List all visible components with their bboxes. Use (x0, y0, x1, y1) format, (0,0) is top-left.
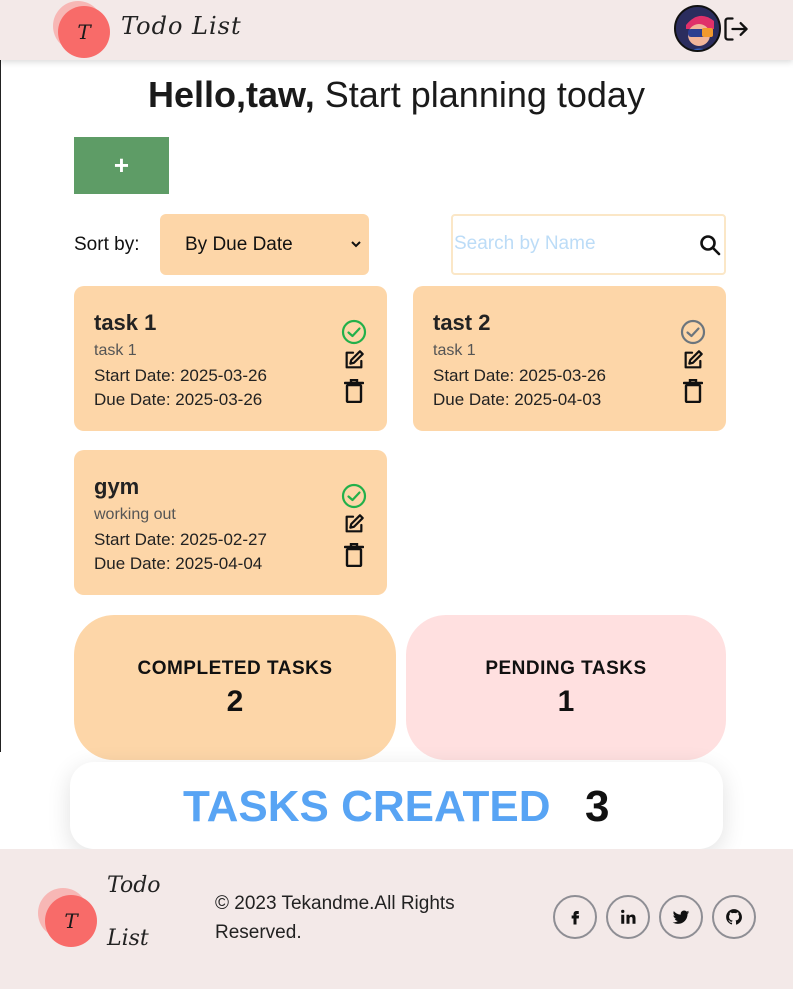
task-description: working out (94, 506, 176, 523)
edit-icon[interactable] (682, 349, 704, 371)
footer-logo-letter: T (64, 909, 78, 933)
task-start-date: Start Date: 2025-03-26 (94, 366, 267, 385)
user-avatar-icon[interactable] (674, 5, 721, 52)
logout-icon[interactable] (722, 15, 750, 43)
check-circle-icon[interactable] (341, 319, 367, 345)
logo-text[interactable]: Todo List (121, 12, 242, 40)
copyright-text: © 2023 Tekandme.All Rights Reserved. (215, 893, 455, 943)
tasks-created-box: TASKS CREATED 3 (70, 762, 723, 849)
footer: T Todo List © 2023 Tekandme.All Rights R… (0, 849, 793, 989)
search-box (451, 214, 726, 275)
tasks-created-value: 3 (585, 782, 610, 831)
task-start-date: Start Date: 2025-02-27 (94, 530, 267, 549)
footer-logo-text: List (107, 926, 149, 951)
edit-icon[interactable] (343, 513, 365, 535)
facebook-icon[interactable] (553, 895, 597, 939)
pending-tasks-stat: PENDING TASKS 1 (406, 615, 726, 760)
greeting-name: Hello,taw, (148, 74, 315, 115)
add-task-button[interactable]: + (74, 137, 169, 194)
search-input[interactable] (453, 233, 683, 255)
header: T Todo List (0, 0, 793, 60)
logo-icon[interactable]: T (58, 6, 110, 58)
task-start-date: Start Date: 2025-03-26 (433, 366, 606, 385)
footer-logo-icon[interactable]: T (45, 895, 97, 947)
task-due-date: Due Date: 2025-04-04 (94, 554, 263, 573)
task-description: task 1 (94, 342, 137, 359)
completed-tasks-label: COMPLETED TASKS (137, 658, 333, 679)
trash-icon[interactable] (344, 543, 364, 567)
check-circle-icon[interactable] (680, 319, 706, 345)
greeting-text: Start planning today (314, 74, 645, 115)
twitter-icon[interactable] (659, 895, 703, 939)
check-circle-icon[interactable] (341, 483, 367, 509)
sort-selected-value: By Due Date (185, 233, 293, 255)
trash-icon[interactable] (344, 379, 364, 403)
footer-logo-text: Todo (107, 873, 161, 898)
task-due-date: Due Date: 2025-04-03 (433, 390, 602, 409)
sort-select[interactable]: By Due Date (160, 214, 369, 275)
task-due-date: Due Date: 2025-03-26 (94, 390, 263, 409)
chevron-down-icon (351, 241, 361, 248)
task-title: task 1 (94, 310, 157, 335)
completed-tasks-stat: COMPLETED TASKS 2 (74, 615, 396, 760)
trash-icon[interactable] (683, 379, 703, 403)
task-description: task 1 (433, 342, 476, 359)
greeting: Hello,taw, Start planning today (0, 74, 793, 116)
task-title: gym (94, 474, 140, 499)
completed-tasks-value: 2 (226, 685, 244, 718)
pending-tasks-value: 1 (557, 685, 575, 718)
search-icon[interactable] (698, 233, 722, 257)
github-icon[interactable] (712, 895, 756, 939)
logo-letter: T (77, 20, 91, 44)
task-card: task 1 task 1 Start Date: 2025-03-26 Due… (74, 286, 387, 431)
task-card: gym working out Start Date: 2025-02-27 D… (74, 450, 387, 595)
sort-label: Sort by: (74, 234, 140, 255)
task-card: tast 2 task 1 Start Date: 2025-03-26 Due… (413, 286, 726, 431)
edit-icon[interactable] (343, 349, 365, 371)
pending-tasks-label: PENDING TASKS (485, 658, 647, 679)
linkedin-icon[interactable] (606, 895, 650, 939)
task-title: tast 2 (433, 310, 491, 335)
tasks-created-label: TASKS CREATED (183, 782, 551, 831)
